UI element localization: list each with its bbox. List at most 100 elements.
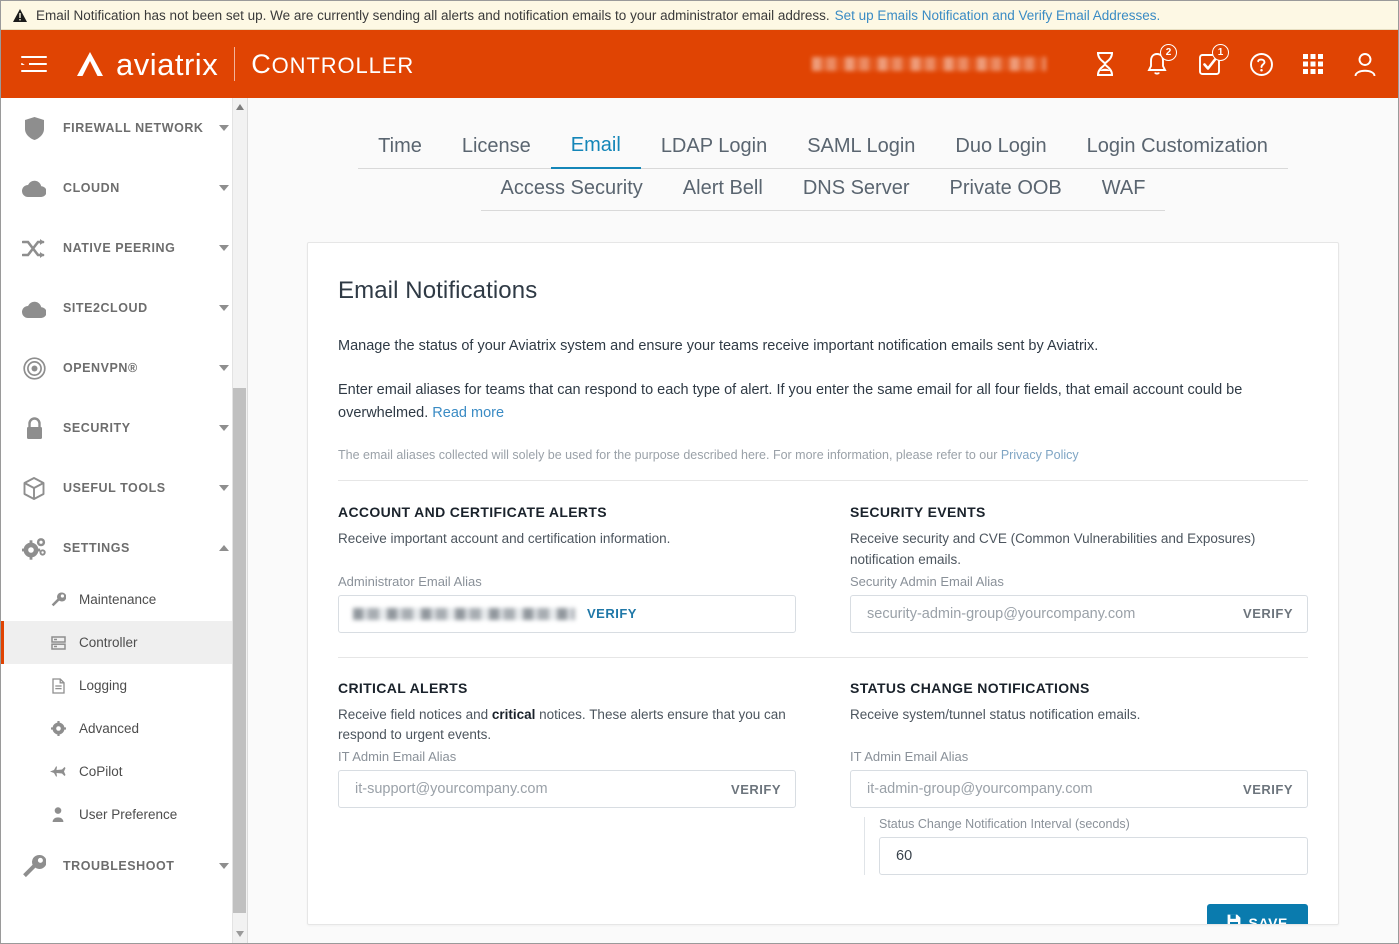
sidebar-label: USEFUL TOOLS <box>63 481 219 495</box>
tasks-check-icon[interactable]: 1 <box>1194 48 1224 80</box>
intro-paragraph-1: Manage the status of your Aviatrix syste… <box>338 335 1308 357</box>
sidebar-item-user-preference[interactable]: User Preference <box>1 793 247 836</box>
tab-saml-login[interactable]: SAML Login <box>787 129 935 169</box>
it-support-email-field[interactable]: VERIFY <box>338 770 796 808</box>
wrench-small-icon <box>45 592 71 607</box>
section-description: Receive system/tunnel status notificatio… <box>850 705 1308 725</box>
sidebar-item-advanced[interactable]: Advanced <box>1 707 247 750</box>
sidebar-item-native-peering[interactable]: NATIVE PEERING <box>1 218 247 278</box>
cloud-icon <box>19 180 49 197</box>
it-admin-email-field[interactable]: VERIFY <box>850 770 1308 808</box>
tab-access-security[interactable]: Access Security <box>481 171 663 211</box>
sidebar-item-openvpn[interactable]: OPENVPN® <box>1 338 247 398</box>
chevron-down-icon <box>219 245 229 251</box>
security-admin-email-field[interactable]: VERIFY <box>850 595 1308 633</box>
scrollbar-thumb[interactable] <box>233 388 246 913</box>
verify-it-support-email-button[interactable]: VERIFY <box>719 782 781 797</box>
it-admin-email-input[interactable] <box>865 780 1231 798</box>
save-button[interactable]: SAVE <box>1207 904 1309 925</box>
apps-grid-icon[interactable] <box>1298 48 1328 80</box>
app-header: aviatrix CONTROLLER 2 1 <box>1 30 1398 98</box>
chevron-up-icon <box>219 545 229 551</box>
tab-license[interactable]: License <box>442 129 551 169</box>
verify-it-admin-email-button[interactable]: VERIFY <box>1231 782 1293 797</box>
tab-login-customization[interactable]: Login Customization <box>1067 129 1288 169</box>
verify-administrator-email-button[interactable]: VERIFY <box>575 606 637 621</box>
it-admin-email-label-critical: IT Admin Email Alias <box>338 749 796 764</box>
section-account-certificate-alerts: ACCOUNT AND CERTIFICATE ALERTS Receive i… <box>338 504 823 633</box>
section-description: Receive important account and certificat… <box>338 529 796 549</box>
sidebar-item-cloudn[interactable]: CLOUDN <box>1 158 247 218</box>
chevron-down-icon <box>219 125 229 131</box>
chevron-down-icon <box>219 305 229 311</box>
sidebar-scrollbar[interactable] <box>232 98 247 943</box>
section-title: CRITICAL ALERTS <box>338 680 796 696</box>
lock-icon <box>19 417 49 440</box>
sidebar-item-troubleshoot[interactable]: TROUBLESHOOT <box>1 836 247 896</box>
help-icon[interactable] <box>1246 48 1276 80</box>
administrator-email-field[interactable]: VERIFY <box>338 595 796 633</box>
server-icon <box>45 636 71 650</box>
plane-icon <box>45 765 71 778</box>
intro-paragraph-2: Enter email aliases for teams that can r… <box>338 379 1273 424</box>
divider-middle <box>338 657 1308 658</box>
critical-desc-before: Receive field notices and <box>338 707 488 722</box>
chevron-down-icon <box>219 185 229 191</box>
brand-divider <box>234 47 235 81</box>
section-critical-alerts: CRITICAL ALERTS Receive field notices an… <box>338 680 823 925</box>
critical-desc-bold: critical <box>492 707 536 722</box>
status-change-interval-label: Status Change Notification Interval (sec… <box>879 817 1308 831</box>
sidebar-sublabel: Controller <box>79 635 138 650</box>
tab-alert-bell[interactable]: Alert Bell <box>663 171 783 211</box>
user-account-icon[interactable] <box>1350 48 1380 80</box>
it-support-email-input[interactable] <box>353 780 719 798</box>
sidebar-item-copilot[interactable]: CoPilot <box>1 750 247 793</box>
tab-ldap-login[interactable]: LDAP Login <box>641 129 787 169</box>
status-change-interval-field[interactable] <box>879 837 1308 875</box>
tab-row-1: Time License Email LDAP Login SAML Login… <box>308 128 1338 169</box>
floppy-disk-icon <box>1227 914 1241 925</box>
collapse-menu-icon[interactable] <box>21 53 47 75</box>
header-actions: 2 1 <box>812 48 1380 80</box>
tab-time[interactable]: Time <box>358 129 442 169</box>
logged-in-user-label <box>812 57 1046 71</box>
hourglass-icon[interactable] <box>1090 48 1120 80</box>
status-change-interval-input[interactable] <box>894 847 1293 865</box>
target-icon <box>19 357 49 380</box>
tab-private-oob[interactable]: Private OOB <box>930 171 1082 211</box>
scroll-up-icon[interactable] <box>236 104 244 110</box>
banner-setup-link[interactable]: Set up Emails Notification and Verify Em… <box>835 8 1161 23</box>
sidebar-item-site2cloud[interactable]: SITE2CLOUD <box>1 278 247 338</box>
save-button-label: SAVE <box>1249 915 1289 925</box>
section-status-change-notifications: STATUS CHANGE NOTIFICATIONS Receive syst… <box>823 680 1308 925</box>
scroll-down-icon[interactable] <box>236 931 244 937</box>
sidebar-sublabel: Logging <box>79 678 127 693</box>
tab-email[interactable]: Email <box>551 128 641 169</box>
box-icon <box>19 477 49 500</box>
bell-icon[interactable]: 2 <box>1142 48 1172 80</box>
administrator-email-value-masked <box>353 608 575 620</box>
sidebar-item-useful-tools[interactable]: USEFUL TOOLS <box>1 458 247 518</box>
divider-top <box>338 480 1308 481</box>
brand: aviatrix CONTROLLER <box>73 47 414 81</box>
sidebar-item-logging[interactable]: Logging <box>1 664 247 707</box>
sidebar-label: NATIVE PEERING <box>63 241 219 255</box>
sidebar-item-maintenance[interactable]: Maintenance <box>1 578 247 621</box>
verify-security-admin-email-button[interactable]: VERIFY <box>1231 606 1293 621</box>
read-more-link[interactable]: Read more <box>432 405 504 421</box>
sidebar: FIREWALL NETWORK CLOUDN NATIVE PEERING <box>1 98 248 943</box>
tab-duo-login[interactable]: Duo Login <box>935 129 1066 169</box>
chevron-down-icon <box>219 365 229 371</box>
tab-waf[interactable]: WAF <box>1082 171 1166 211</box>
sidebar-item-security[interactable]: SECURITY <box>1 398 247 458</box>
chevron-down-icon <box>219 485 229 491</box>
sidebar-item-firewall-network[interactable]: FIREWALL NETWORK <box>1 98 247 158</box>
privacy-policy-link[interactable]: Privacy Policy <box>1001 448 1079 462</box>
sidebar-item-controller[interactable]: Controller <box>1 621 247 664</box>
sidebar-item-settings[interactable]: SETTINGS <box>1 518 247 578</box>
main-content: Time License Email LDAP Login SAML Login… <box>248 98 1398 943</box>
administrator-email-label: Administrator Email Alias <box>338 574 796 589</box>
security-admin-email-input[interactable] <box>865 605 1231 623</box>
section-title: STATUS CHANGE NOTIFICATIONS <box>850 680 1308 696</box>
tab-dns-server[interactable]: DNS Server <box>783 171 930 211</box>
